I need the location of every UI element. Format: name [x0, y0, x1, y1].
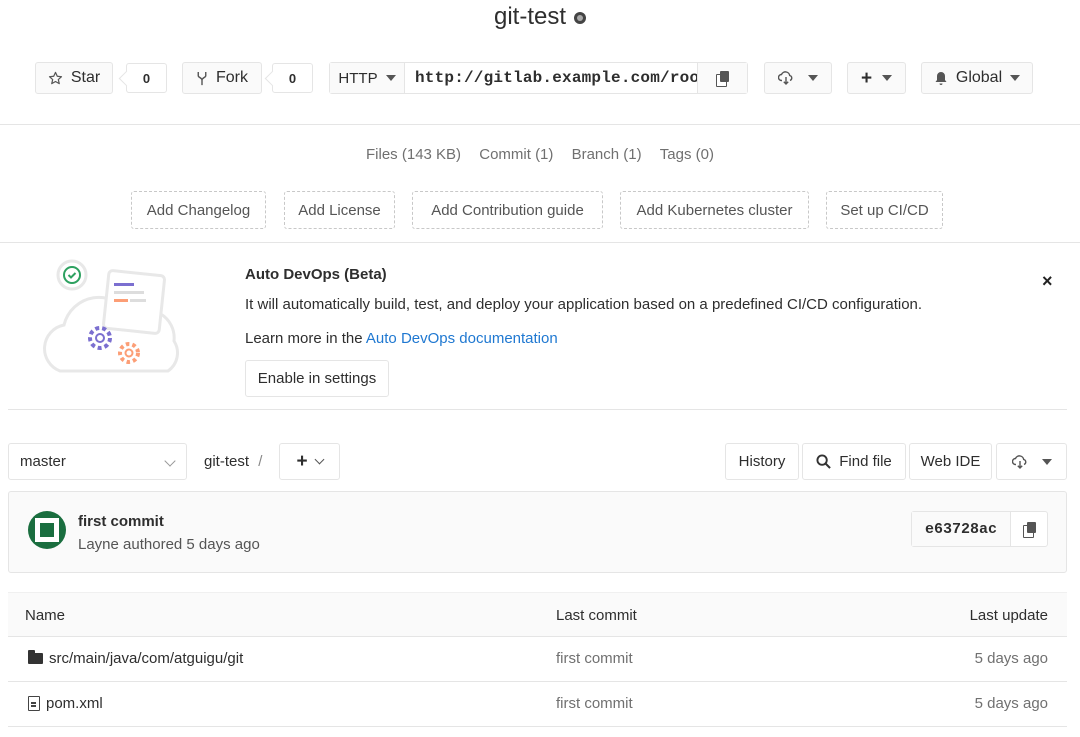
clone-protocol-dropdown[interactable]: HTTP	[330, 63, 405, 93]
last-update-cell: 5 days ago	[974, 650, 1048, 667]
notification-dropdown[interactable]: Global	[921, 62, 1033, 94]
bell-icon	[935, 71, 947, 85]
commit-author-meta: Layne authored 5 days ago	[78, 536, 260, 553]
folder-icon	[28, 650, 43, 664]
fork-label: Fork	[216, 69, 248, 86]
breadcrumb-project[interactable]: git-test	[204, 453, 249, 470]
stat-branches[interactable]: Branch (1)	[572, 146, 642, 163]
file-name-cell[interactable]: pom.xml	[28, 695, 103, 712]
globe-icon	[574, 12, 587, 24]
enable-in-settings-button[interactable]: Enable in settings	[245, 360, 389, 397]
file-icon	[28, 696, 40, 711]
branch-name: master	[20, 453, 66, 470]
column-last-commit: Last commit	[556, 607, 637, 624]
new-item-dropdown[interactable]: +	[847, 62, 906, 94]
learn-more-prefix: Learn more in the	[245, 330, 363, 347]
add-license-button[interactable]: Add License	[284, 191, 395, 229]
project-title-wrap: git-test	[493, 0, 587, 34]
chevron-down-icon	[164, 455, 176, 467]
stat-commits[interactable]: Commit (1)	[479, 146, 553, 163]
history-button[interactable]: History	[725, 443, 799, 480]
last-commit-cell[interactable]: first commit	[556, 650, 633, 667]
commit-sha-group: e63728ac	[911, 511, 1048, 547]
caret-down-icon	[808, 75, 818, 81]
breadcrumb-separator: /	[258, 453, 263, 470]
search-icon	[816, 454, 832, 469]
project-title: git-test	[493, 3, 567, 30]
file-table-header: Name Last commit Last update	[8, 592, 1067, 637]
add-kubernetes-cluster-button[interactable]: Add Kubernetes cluster	[620, 191, 809, 229]
cloud-download-icon	[1011, 454, 1026, 469]
download-dropdown[interactable]	[764, 62, 832, 94]
clone-protocol-label: HTTP	[338, 69, 378, 87]
clipboard-icon	[1022, 521, 1036, 538]
caret-down-icon	[1041, 458, 1052, 465]
find-file-button[interactable]: Find file	[802, 443, 906, 480]
chevron-down-icon	[314, 454, 324, 465]
column-name: Name	[25, 607, 66, 624]
cloud-download-icon	[778, 71, 793, 85]
branch-selector[interactable]: master	[8, 443, 187, 480]
plus-icon: +	[296, 451, 308, 472]
commit-sha[interactable]: e63728ac	[912, 512, 1011, 546]
last-update-cell: 5 days ago	[974, 695, 1048, 712]
caret-down-icon	[385, 75, 396, 81]
breadcrumb: git-test /	[204, 453, 262, 470]
column-last-update: Last update	[969, 607, 1048, 624]
file-name-cell[interactable]: src/main/java/com/atguigu/git	[28, 650, 243, 667]
copy-url-button[interactable]	[697, 63, 747, 93]
auto-devops-learn-more: Learn more in the Auto DevOps documentat…	[245, 330, 558, 347]
setup-cicd-button[interactable]: Set up CI/CD	[826, 191, 943, 229]
stat-files[interactable]: Files (143 KB)	[366, 146, 461, 163]
clipboard-icon	[716, 70, 729, 87]
find-file-label: Find file	[839, 453, 892, 470]
web-ide-button[interactable]: Web IDE	[909, 443, 992, 480]
divider	[8, 409, 1067, 410]
divider	[0, 124, 1080, 125]
star-count[interactable]: 0	[126, 63, 167, 93]
file-name[interactable]: pom.xml	[46, 695, 103, 712]
copy-sha-button[interactable]	[1011, 512, 1047, 546]
close-icon[interactable]: ×	[1042, 271, 1053, 292]
star-label: Star	[70, 69, 101, 86]
caret-down-icon	[882, 75, 893, 81]
fork-icon	[197, 71, 207, 85]
add-changelog-button[interactable]: Add Changelog	[131, 191, 266, 229]
clone-url-input[interactable]: http://gitlab.example.com/roo	[405, 63, 697, 93]
file-name[interactable]: src/main/java/com/atguigu/git	[49, 650, 243, 667]
notification-label: Global	[955, 69, 1003, 86]
commit-title[interactable]: first commit	[78, 513, 164, 530]
project-actions: Star 0 Fork 0 HTTP http://gitlab.example…	[0, 62, 1080, 94]
plus-icon: +	[860, 67, 873, 89]
download-dropdown[interactable]	[996, 443, 1067, 480]
stat-tags[interactable]: Tags (0)	[660, 146, 714, 163]
auto-devops-title: Auto DevOps (Beta)	[245, 266, 387, 283]
add-to-tree-dropdown[interactable]: +	[279, 443, 340, 480]
avatar[interactable]	[28, 511, 66, 549]
fork-button[interactable]: Fork	[182, 62, 262, 94]
add-contribution-guide-button[interactable]: Add Contribution guide	[412, 191, 603, 229]
fork-count[interactable]: 0	[272, 63, 313, 93]
auto-devops-illustration	[43, 259, 179, 373]
star-icon	[48, 71, 62, 84]
project-stats: Files (143 KB) Commit (1) Branch (1) Tag…	[0, 146, 1080, 163]
auto-devops-description: It will automatically build, test, and d…	[245, 296, 923, 313]
star-button[interactable]: Star	[35, 62, 113, 94]
table-row[interactable]: src/main/java/com/atguigu/git first comm…	[8, 637, 1067, 682]
clone-url-group: HTTP http://gitlab.example.com/roo	[329, 62, 748, 94]
last-commit-panel: first commit Layne authored 5 days ago e…	[8, 491, 1067, 573]
table-row[interactable]: pom.xml first commit 5 days ago	[8, 682, 1067, 727]
last-commit-cell[interactable]: first commit	[556, 695, 633, 712]
project-header: git-test	[0, 0, 1080, 40]
caret-down-icon	[1010, 75, 1021, 81]
auto-devops-docs-link[interactable]: Auto DevOps documentation	[366, 330, 558, 347]
